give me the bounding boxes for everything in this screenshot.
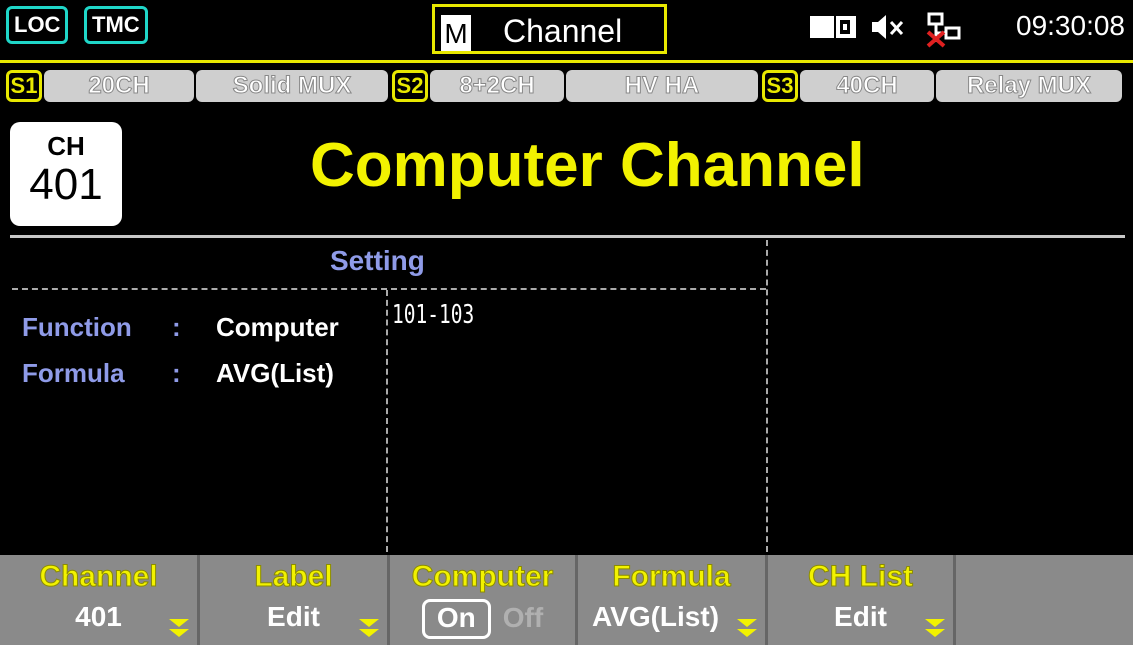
- mode-title: M Channel: [432, 4, 667, 54]
- slot-type: Solid MUX: [196, 70, 388, 102]
- header-divider: [10, 235, 1125, 238]
- network-disconnected-icon: [926, 12, 961, 48]
- softkey-computer[interactable]: Computer On Off: [390, 555, 578, 645]
- mute-icon: [872, 15, 904, 39]
- softkey-bar: Channel 401 Label Edit Computer On Off Fo…: [0, 555, 1133, 645]
- loc-indicator: LOC: [6, 6, 69, 44]
- formula-colon: :: [172, 358, 181, 388]
- softkey-formula[interactable]: Formula AVG(List): [578, 555, 768, 645]
- softkey-label[interactable]: Label Edit: [200, 555, 390, 645]
- channel-badge: CH 401: [10, 122, 122, 226]
- softkey-title: Channel: [39, 560, 158, 594]
- chevron-down-icon: [169, 619, 189, 637]
- setting-header: Setting: [330, 245, 425, 276]
- slot-bar: S1 20CH Solid MUX S2 8+2CH HV HA S3 40CH…: [0, 66, 1133, 110]
- slot-id: S2: [392, 70, 428, 102]
- softkey-empty[interactable]: [956, 555, 1133, 645]
- computer-off-option[interactable]: Off: [503, 602, 543, 633]
- computer-on-option[interactable]: On: [421, 599, 491, 639]
- slot-channels: 8+2CH: [430, 70, 564, 102]
- channel-badge-label: CH: [47, 131, 85, 161]
- chevron-down-icon: [359, 619, 379, 637]
- mode-letter: M: [441, 15, 471, 51]
- slot-channels: 40CH: [800, 70, 934, 102]
- softkey-ch-list[interactable]: CH List Edit: [768, 555, 956, 645]
- slot-type: HV HA: [566, 70, 758, 102]
- channel-badge-number: 401: [29, 160, 103, 209]
- formula-value: AVG(List): [216, 358, 334, 388]
- softkey-title: CH List: [808, 560, 914, 594]
- page-title: Computer Channel: [310, 131, 865, 200]
- panel-divider: [766, 240, 768, 552]
- chevron-down-icon: [925, 619, 945, 637]
- slot-id: S3: [762, 70, 798, 102]
- softkey-title: Computer: [411, 560, 554, 594]
- softkey-title: Formula: [612, 560, 731, 594]
- status-bar: LOC TMC M Channel 09:30:08: [0, 0, 1133, 63]
- softkey-value: 401: [75, 601, 122, 632]
- function-label: Function: [22, 312, 132, 342]
- softkey-title: Label: [254, 560, 333, 594]
- setting-header-divider: [12, 288, 766, 290]
- function-value: Computer: [216, 312, 339, 342]
- list-divider: [386, 290, 388, 552]
- slot-channels: 20CH: [44, 70, 194, 102]
- function-colon: :: [172, 312, 181, 342]
- softkey-channel[interactable]: Channel 401: [0, 555, 200, 645]
- card-icon: [810, 16, 856, 38]
- slot-type: Relay MUX: [936, 70, 1122, 102]
- screen-title: Channel: [503, 13, 623, 49]
- clock: 09:30:08: [1016, 10, 1125, 41]
- channel-list-value: 101-103: [392, 300, 475, 330]
- tmc-indicator: TMC: [84, 6, 148, 44]
- slot-id: S1: [6, 70, 42, 102]
- formula-label: Formula: [22, 358, 125, 388]
- chevron-down-icon: [737, 619, 757, 637]
